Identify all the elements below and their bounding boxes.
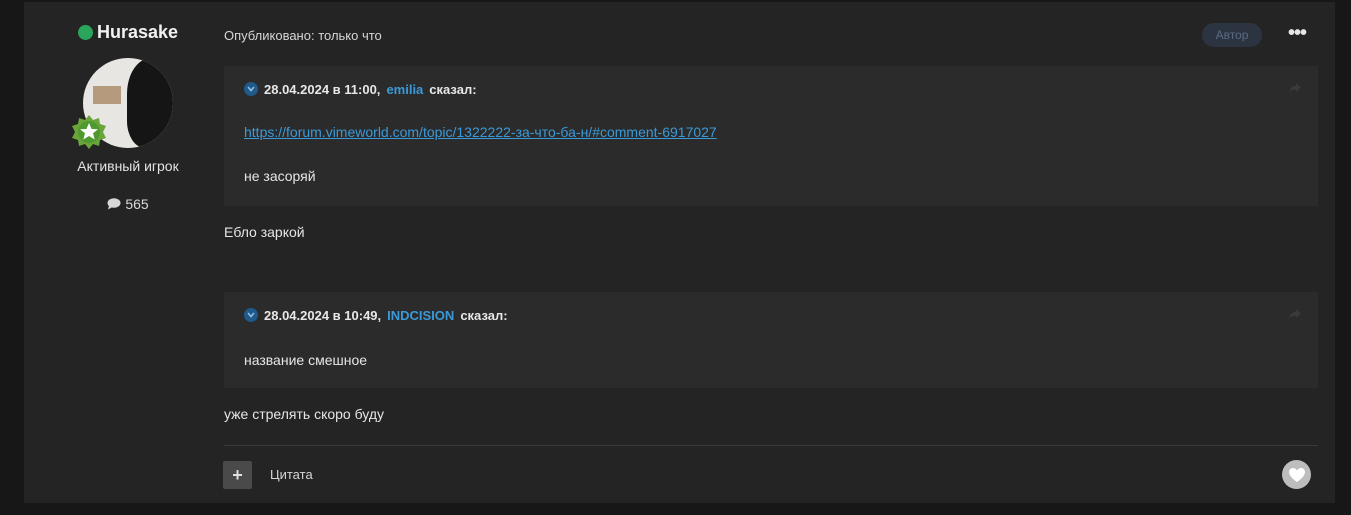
online-status-icon bbox=[77, 25, 93, 40]
quote-date: 28.04.2024 в 11:00, bbox=[264, 81, 381, 97]
quote-text: название смешное bbox=[244, 352, 368, 368]
forum-post: Hurasake Активный игрок 565 Опубликовано… bbox=[24, 2, 1335, 503]
quote-author-link[interactable]: INDCISION bbox=[387, 308, 454, 323]
quote-text: не засоряй bbox=[244, 168, 316, 184]
heart-icon[interactable] bbox=[1282, 460, 1311, 489]
author-badge: Автор bbox=[1202, 23, 1262, 47]
chevron-down-icon[interactable] bbox=[244, 308, 258, 322]
published-time[interactable]: Опубликовано: только что bbox=[224, 28, 382, 43]
quote-said: сказал: bbox=[429, 81, 477, 97]
avatar-figure bbox=[127, 58, 173, 148]
avatar-pic-detail bbox=[93, 86, 121, 104]
post-count-value: 565 bbox=[125, 196, 149, 212]
author-name-row: Hurasake bbox=[64, 22, 192, 43]
author-name[interactable]: Hurasake bbox=[97, 22, 178, 43]
ellipsis-icon[interactable]: ••• bbox=[1288, 23, 1307, 43]
quote-block: 28.04.2024 в 11:00, emilia сказал: https… bbox=[224, 66, 1318, 206]
quote-header: 28.04.2024 в 10:49, INDCISION сказал: bbox=[244, 306, 1298, 324]
rank-title: Активный игрок bbox=[77, 158, 179, 174]
quote-author-link[interactable]: emilia bbox=[386, 82, 423, 97]
star-rank-icon bbox=[72, 115, 106, 149]
divider bbox=[224, 445, 1318, 446]
quote-date: 28.04.2024 в 10:49, bbox=[264, 307, 382, 323]
share-icon[interactable] bbox=[1288, 82, 1302, 94]
chevron-down-icon[interactable] bbox=[244, 82, 258, 96]
avatar-wrap bbox=[72, 58, 173, 149]
post-count: 565 bbox=[64, 196, 192, 212]
plus-icon[interactable]: + bbox=[223, 461, 252, 489]
post-text: Ебло заркой bbox=[224, 224, 305, 240]
post-text: уже стрелять скоро буду bbox=[224, 406, 385, 422]
comment-icon bbox=[107, 198, 121, 210]
quote-block: 28.04.2024 в 10:49, INDCISION сказал: на… bbox=[224, 292, 1318, 388]
quote-button[interactable]: Цитата bbox=[270, 467, 313, 482]
post-main: Опубликовано: только что Автор ••• 28.04… bbox=[224, 2, 1318, 422]
share-icon[interactable] bbox=[1288, 308, 1302, 320]
author-panel: Hurasake Активный игрок 565 bbox=[64, 22, 192, 212]
quote-link[interactable]: https://forum.vimeworld.com/topic/132222… bbox=[244, 124, 1298, 140]
post-meta: Опубликовано: только что Автор ••• bbox=[224, 2, 1318, 66]
quote-header: 28.04.2024 в 11:00, emilia сказал: bbox=[244, 80, 1298, 98]
quote-said: сказал: bbox=[460, 307, 508, 323]
